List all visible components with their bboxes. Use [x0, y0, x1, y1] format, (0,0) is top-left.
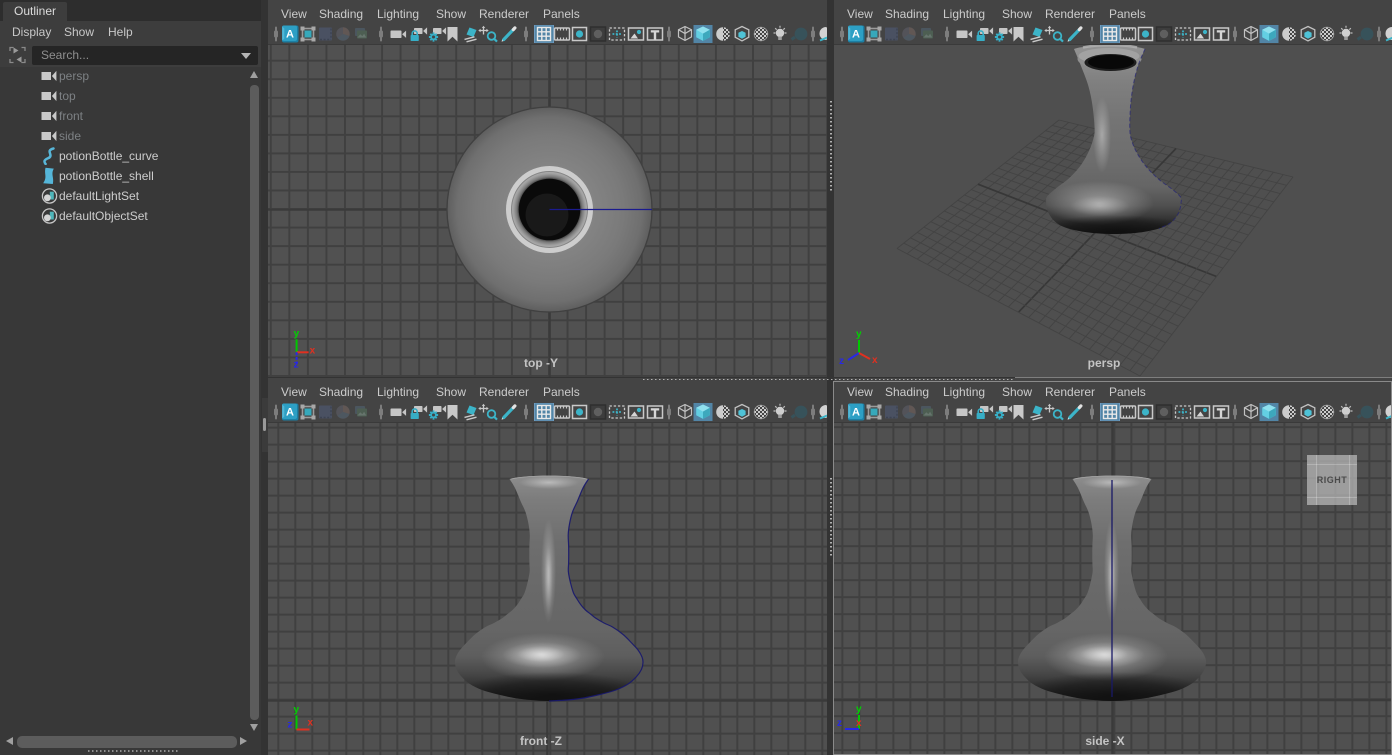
svg-text:x: x — [310, 345, 316, 356]
svg-text:y: y — [856, 329, 862, 340]
svg-text:y: y — [294, 328, 300, 339]
svg-text:z: z — [294, 359, 299, 370]
svg-text:x: x — [872, 355, 878, 366]
svg-text:z: z — [288, 720, 293, 731]
svg-text:y: y — [856, 704, 862, 715]
svg-text:z: z — [839, 356, 844, 367]
svg-text:z: z — [837, 718, 842, 729]
svg-text:x: x — [308, 718, 314, 729]
svg-text:x: x — [856, 718, 862, 729]
svg-text:y: y — [294, 705, 300, 716]
